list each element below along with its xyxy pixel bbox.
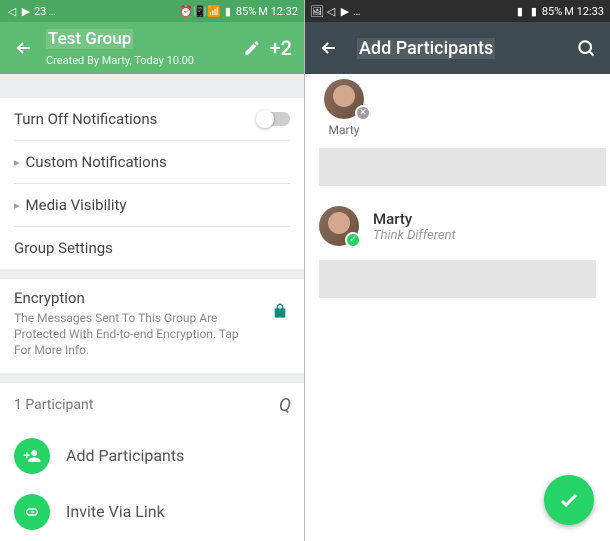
alarm-icon: ⏰: [180, 5, 192, 17]
list-separator: [319, 260, 596, 298]
encryption-title: Encryption: [14, 289, 290, 307]
action-label: Invite Via Link: [66, 502, 165, 521]
edit-button[interactable]: [240, 36, 264, 60]
contact-status: Think Different: [373, 228, 456, 243]
participants-header: 1 Participant Q: [0, 383, 304, 428]
row-label: Turn Off Notifications: [14, 110, 256, 128]
custom-notifications-row[interactable]: ▸ Custom Notifications: [0, 141, 304, 183]
clock: M 12:32: [258, 5, 298, 18]
signal-icon: ▮: [528, 5, 540, 17]
add-person-icon: [14, 438, 50, 474]
signal-icon: ▮: [222, 5, 234, 17]
participant-count: +2: [270, 36, 292, 60]
status-badge: 23: [34, 5, 46, 18]
list-separator: [319, 148, 606, 186]
contact-name: Marty: [373, 210, 456, 228]
media-visibility-row[interactable]: ▸ Media Visibility: [0, 184, 304, 226]
group-info-screen: ◁ ▶ 23 … ⏰ 📳 📶 ▮ 85% M 12:32 Test Group …: [0, 0, 305, 541]
selected-participants-strip: ✕ Marty: [305, 74, 610, 142]
caret-icon: ▸: [14, 156, 20, 169]
contact-row[interactable]: ✓ Marty Think Different: [305, 198, 610, 254]
vibrate-icon: 📳: [194, 5, 206, 17]
back-button[interactable]: [12, 36, 36, 60]
remove-chip-button[interactable]: ✕: [355, 105, 371, 121]
clock: M 12:33: [564, 5, 604, 18]
invite-via-link-row[interactable]: Invite Via Link: [0, 484, 304, 540]
search-button[interactable]: [574, 36, 598, 60]
participants-count: 1 Participant: [14, 397, 93, 413]
action-label: Add Participants: [66, 446, 184, 465]
row-label: Custom Notifications: [26, 153, 290, 171]
play-icon: ▶: [20, 5, 32, 17]
notifications-switch[interactable]: [256, 112, 290, 126]
add-participants-header: Add Participants: [305, 22, 610, 74]
group-settings-row[interactable]: Group Settings: [0, 227, 304, 269]
status-bar: ◁ ▶ 23 … ⏰ 📳 📶 ▮ 85% M 12:32: [0, 0, 304, 22]
back-button[interactable]: [317, 36, 341, 60]
group-header: Test Group Created By Marty, Today 10:00…: [0, 22, 304, 74]
battery-icon: ▮: [514, 5, 526, 17]
nav-icon: ◁: [6, 5, 18, 17]
play-icon: ▶: [339, 5, 351, 17]
lock-icon: [272, 303, 288, 319]
encryption-text: The Messages Sent To This Group Are Prot…: [14, 310, 290, 359]
check-icon: ✓: [345, 232, 361, 248]
battery-percent: 85%: [542, 5, 562, 18]
search-participants-button[interactable]: Q: [279, 395, 290, 416]
group-title[interactable]: Test Group: [46, 29, 133, 49]
image-icon: 🖼: [311, 5, 323, 17]
spacer: [0, 74, 304, 98]
spacer: [0, 373, 304, 383]
battery-percent: 85%: [236, 5, 256, 18]
chip-name: Marty: [329, 123, 360, 137]
encryption-row[interactable]: Encryption The Messages Sent To This Gro…: [0, 279, 304, 373]
wifi-icon: 📶: [208, 5, 220, 17]
add-participants-screen: 🖼 ◁ ▶ … ▮ ▮ 85% M 12:33 Add Participants…: [305, 0, 610, 541]
confirm-button[interactable]: [544, 475, 594, 525]
caret-icon: ▸: [14, 199, 20, 212]
turn-off-notifications-row[interactable]: Turn Off Notifications: [0, 98, 304, 140]
screen-title: Add Participants: [357, 38, 495, 59]
status-bar: 🖼 ◁ ▶ … ▮ ▮ 85% M 12:33: [305, 0, 610, 22]
spacer: [0, 269, 304, 279]
row-label: Media Visibility: [26, 196, 290, 214]
link-icon: [14, 494, 50, 530]
add-participants-row[interactable]: Add Participants: [0, 428, 304, 484]
selected-chip[interactable]: ✕ Marty: [319, 79, 369, 137]
nav-icon: ◁: [325, 5, 337, 17]
row-label: Group Settings: [14, 239, 290, 257]
group-subtitle: Created By Marty, Today 10:00: [46, 54, 194, 67]
